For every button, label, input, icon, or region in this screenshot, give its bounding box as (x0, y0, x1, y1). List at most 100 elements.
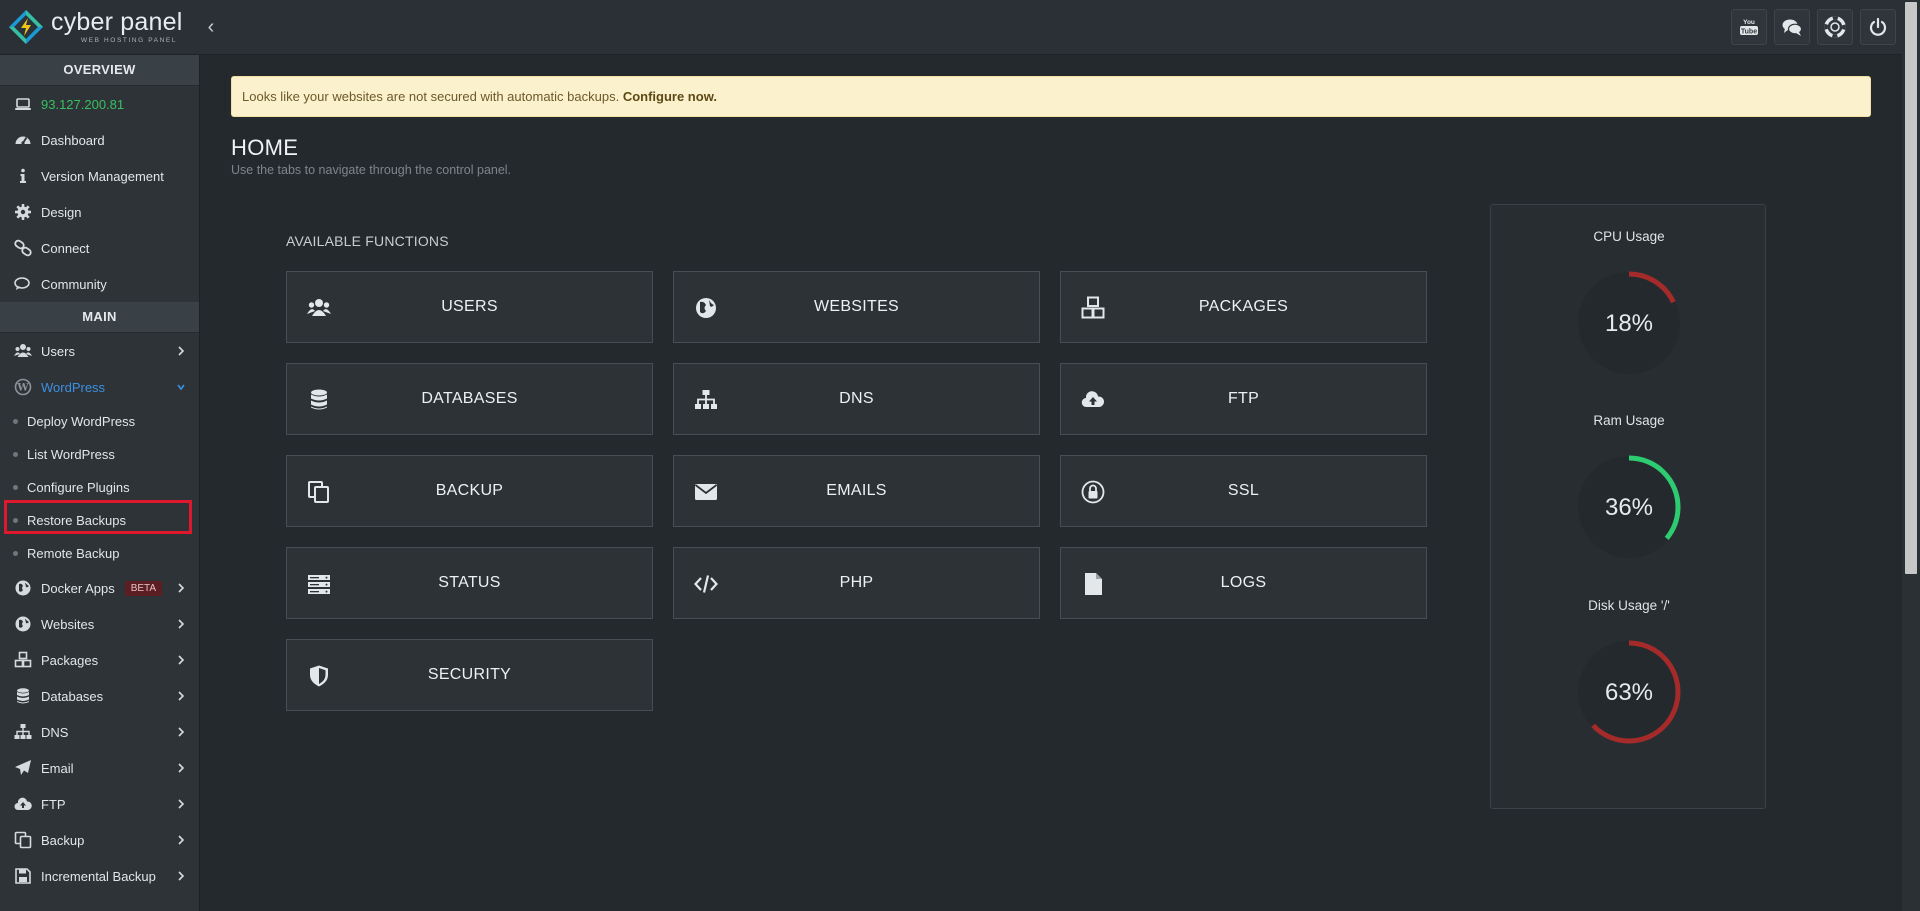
function-tile-backup[interactable]: BACKUP (286, 455, 653, 527)
sidebar-item-label: Databases (41, 688, 104, 704)
sidebar-item-backup[interactable]: Backup (0, 822, 199, 858)
sidebar-item-email[interactable]: Email (0, 750, 199, 786)
sidebar-subitem-configure-plugins[interactable]: Configure Plugins (0, 471, 199, 504)
sidebar-item-label: Version Management (41, 168, 164, 184)
sidebar-subitem-remote-backup[interactable]: Remote Backup (0, 537, 199, 570)
sidebar-collapse-button[interactable]: ‹ (201, 14, 221, 40)
function-tile-label: LOGS (1220, 574, 1267, 591)
cyberpanel-logo-icon (9, 10, 43, 44)
logo-subtitle: WEB HOSTING PANEL (81, 36, 178, 44)
globe-icon (12, 579, 34, 597)
chevron-right-icon (178, 799, 185, 809)
database-icon (307, 388, 331, 412)
function-tile-security[interactable]: SECURITY (286, 639, 653, 711)
gauge-title: Ram Usage (1593, 413, 1665, 428)
top-header: cyber panel WEB HOSTING PANEL ‹ You Tube (0, 0, 1920, 55)
function-tile-ssl[interactable]: SSL (1060, 455, 1427, 527)
sidebar-subitem-list-wordpress[interactable]: List WordPress (0, 438, 199, 471)
cloud-upload-icon (12, 795, 34, 813)
bullet-dot (13, 551, 18, 556)
ram-usage-gauge: Ram Usage 36% (1491, 413, 1767, 559)
function-tile-status[interactable]: STATUS (286, 547, 653, 619)
gauge-value: 18% (1604, 310, 1654, 337)
chat-button[interactable] (1774, 9, 1810, 45)
chevron-right-icon (178, 346, 185, 356)
function-tile-dns[interactable]: DNS (673, 363, 1040, 435)
function-tile-ftp[interactable]: FTP (1060, 363, 1427, 435)
bullet-dot (13, 485, 18, 490)
lock-icon (1081, 480, 1105, 504)
sidebar-item-label: Users (41, 343, 75, 359)
chevron-right-icon (178, 763, 185, 773)
available-functions-heading: AVAILABLE FUNCTIONS (286, 233, 449, 249)
sidebar-item-community[interactable]: Community (0, 266, 199, 302)
sidebar-item-websites[interactable]: Websites (0, 606, 199, 642)
chevron-right-icon (178, 727, 185, 737)
sidebar-item-databases[interactable]: Databases (0, 678, 199, 714)
page-scrollbar-thumb[interactable] (1905, 2, 1917, 574)
sidebar-item-label: Websites (41, 616, 95, 632)
sidebar-subitem-restore-backups[interactable]: Restore Backups (0, 504, 199, 537)
sidebar-item-dashboard[interactable]: Dashboard (0, 122, 199, 158)
sidebar-item-server-ip[interactable]: 93.127.200.81 (0, 86, 199, 122)
server-ip-label: 93.127.200.81 (41, 96, 125, 112)
logout-button[interactable] (1860, 9, 1896, 45)
gear-icon (12, 203, 34, 221)
sidebar-item-design[interactable]: Design (0, 194, 199, 230)
sidebar-item-connect[interactable]: Connect (0, 230, 199, 266)
sidebar-subitem-deploy-wordpress[interactable]: Deploy WordPress (0, 405, 199, 438)
chevron-down-icon (177, 384, 185, 391)
power-icon (1869, 17, 1887, 36)
function-tile-label: FTP (1227, 390, 1260, 407)
function-tile-users[interactable]: USERS (286, 271, 653, 343)
svg-text:You: You (1743, 19, 1755, 26)
configure-now-link[interactable]: Configure now. (623, 89, 717, 104)
sidebar-item-label: Connect (41, 240, 90, 256)
paper-plane-icon (12, 759, 34, 777)
function-tile-label: USERS (441, 298, 498, 315)
bullet-dot (13, 518, 18, 523)
shield-icon (307, 664, 331, 688)
sidebar-item-users[interactable]: Users (0, 333, 199, 369)
sidebar-item-label: FTP (41, 796, 66, 812)
cyberpanel-logo[interactable]: cyber panel WEB HOSTING PANEL (8, 8, 182, 46)
alert-text: Looks like your websites are not secured… (242, 89, 623, 104)
chevron-right-icon (178, 583, 185, 593)
sidebar-item-packages[interactable]: Packages (0, 642, 199, 678)
function-tile-emails[interactable]: EMAILS (673, 455, 1040, 527)
function-tile-logs[interactable]: LOGS (1060, 547, 1427, 619)
function-tile-php[interactable]: PHP (673, 547, 1040, 619)
sidebar-item-version-management[interactable]: Version Management (0, 158, 199, 194)
function-tile-databases[interactable]: DATABASES (286, 363, 653, 435)
chevron-right-icon (178, 691, 185, 701)
cloud-upload-icon (1081, 388, 1105, 412)
globe-icon (694, 296, 718, 320)
copy-icon (307, 480, 331, 504)
chevron-right-icon (178, 871, 185, 881)
globe-icon (12, 615, 34, 633)
support-button[interactable] (1817, 9, 1853, 45)
sidebar-item-wordpress[interactable]: W WordPress (0, 369, 199, 405)
save-icon (12, 867, 34, 885)
bullet-dot (13, 452, 18, 457)
gauge-title: CPU Usage (1593, 229, 1665, 244)
sidebar: OVERVIEW 93.127.200.81 Dashboard Version… (0, 55, 200, 911)
function-tile-websites[interactable]: WEBSITES (673, 271, 1040, 343)
chevron-right-icon (178, 619, 185, 629)
function-tile-label: SECURITY (427, 666, 512, 683)
wordpress-icon: W (12, 378, 34, 396)
function-tile-label: BACKUP (435, 482, 504, 499)
beta-badge: BETA (124, 580, 163, 596)
bullet-dot (13, 419, 18, 424)
function-tile-label: WEBSITES (813, 298, 900, 315)
sidebar-item-incremental-backup[interactable]: Incremental Backup (0, 858, 199, 894)
function-tile-packages[interactable]: PACKAGES (1060, 271, 1427, 343)
logo-name: cyber panel (51, 7, 183, 36)
youtube-icon: You Tube (1740, 19, 1758, 36)
sidebar-item-ftp[interactable]: FTP (0, 786, 199, 822)
sidebar-heading-main: MAIN (0, 302, 199, 333)
gauge-value: 63% (1604, 679, 1654, 706)
sidebar-item-dns[interactable]: DNS (0, 714, 199, 750)
sidebar-item-docker-apps[interactable]: Docker Apps BETA (0, 570, 199, 606)
youtube-button[interactable]: You Tube (1731, 9, 1767, 45)
